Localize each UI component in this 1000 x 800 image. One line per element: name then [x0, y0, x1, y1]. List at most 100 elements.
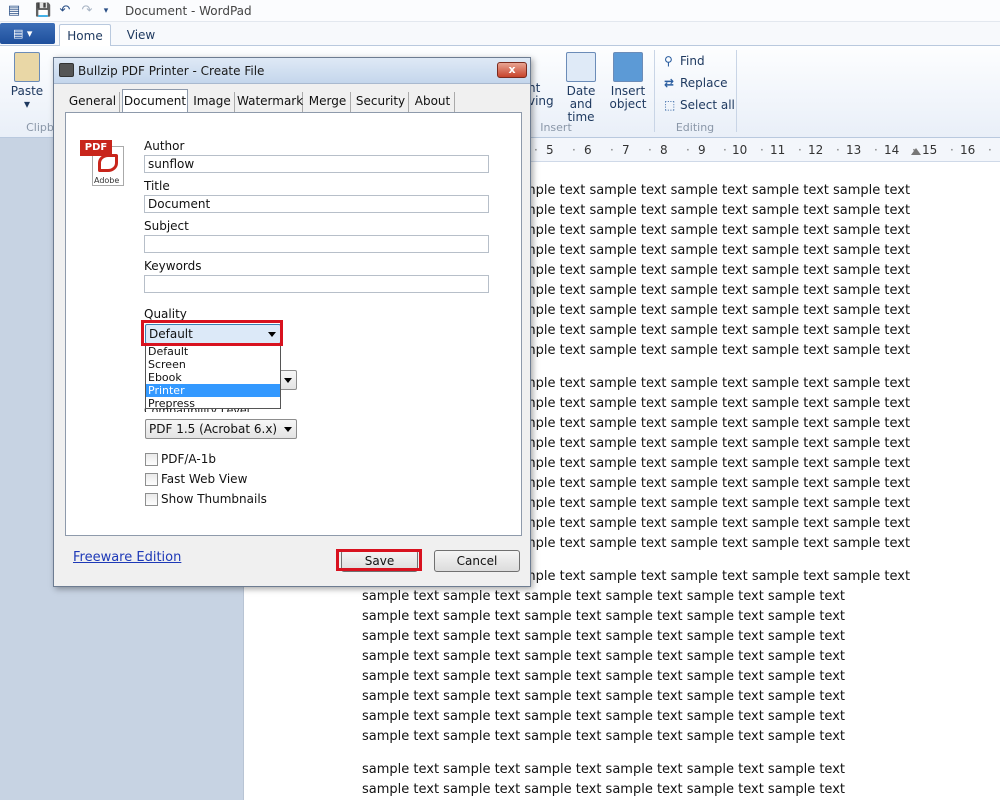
keywords-field[interactable]: [144, 275, 489, 293]
paste-label: Paste: [10, 84, 44, 98]
ruler-mark: 9: [698, 143, 706, 157]
document-line[interactable]: mple text sample text sample text sample…: [523, 376, 910, 391]
select-all-icon: ⬚: [664, 98, 676, 112]
document-line[interactable]: sample text sample text sample text samp…: [362, 589, 845, 604]
document-line[interactable]: sample text sample text sample text samp…: [362, 609, 845, 624]
application-menu-button[interactable]: ▤ ▾: [0, 23, 55, 44]
tab-general[interactable]: General: [66, 92, 120, 112]
document-line[interactable]: mple text sample text sample text sample…: [523, 496, 910, 511]
compatibility-select[interactable]: PDF 1.5 (Acrobat 6.x): [145, 419, 297, 439]
document-line[interactable]: mple text sample text sample text sample…: [523, 536, 910, 551]
document-line[interactable]: mple text sample text sample text sample…: [523, 323, 910, 338]
chevron-down-icon: [268, 332, 276, 337]
document-line[interactable]: mple text sample text sample text sample…: [523, 476, 910, 491]
document-line[interactable]: mple text sample text sample text sample…: [523, 263, 910, 278]
quality-option-prepress[interactable]: Prepress: [146, 397, 280, 410]
document-line[interactable]: sample text sample text sample text samp…: [362, 669, 845, 684]
document-line[interactable]: mple text sample text sample text sample…: [523, 396, 910, 411]
tab-view[interactable]: View: [120, 24, 162, 46]
quality-option-screen[interactable]: Screen: [146, 358, 280, 371]
customize-qat-icon[interactable]: ▾: [98, 3, 114, 19]
chevron-down-icon: [284, 427, 292, 432]
document-line[interactable]: mple text sample text sample text sample…: [523, 223, 910, 238]
close-button[interactable]: x: [497, 62, 527, 78]
document-line[interactable]: mple text sample text sample text sample…: [523, 456, 910, 471]
quality-label: Quality: [144, 307, 187, 321]
save-icon[interactable]: 💾: [35, 3, 51, 19]
right-indent-marker[interactable]: [911, 148, 921, 155]
title-field[interactable]: Document: [144, 195, 489, 213]
document-line[interactable]: mple text sample text sample text sample…: [523, 183, 910, 198]
document-line[interactable]: sample text sample text sample text samp…: [362, 629, 845, 644]
ruler-dot: ·: [798, 143, 802, 157]
document-line[interactable]: sample text sample text sample text samp…: [362, 709, 845, 724]
redo-icon[interactable]: ↷: [79, 3, 95, 19]
document-line[interactable]: mple text sample text sample text sample…: [523, 343, 910, 358]
insert-object-button[interactable]: Insert object: [609, 52, 647, 111]
tab-image[interactable]: Image: [190, 92, 235, 112]
fast-web-view-label: Fast Web View: [161, 472, 248, 486]
document-line[interactable]: sample text sample text sample text samp…: [362, 782, 845, 797]
wordpad-title-bar: ▤ 💾 ↶ ↷ ▾ Document - WordPad: [0, 0, 1000, 22]
quality-select[interactable]: Default: [145, 324, 281, 344]
document-line[interactable]: sample text sample text sample text samp…: [362, 729, 845, 744]
document-line[interactable]: mple text sample text sample text sample…: [523, 416, 910, 431]
document-line[interactable]: sample text sample text sample text samp…: [362, 762, 845, 777]
tab-about[interactable]: About: [411, 92, 455, 112]
ruler-mark: 13: [846, 143, 862, 157]
quality-option-ebook[interactable]: Ebook: [146, 371, 280, 384]
document-line[interactable]: sample text sample text sample text samp…: [362, 689, 845, 704]
quality-option-default[interactable]: Default: [146, 345, 280, 358]
document-line[interactable]: mple text sample text sample text sample…: [523, 436, 910, 451]
find-icon: ⚲: [664, 54, 673, 68]
document-line[interactable]: mple text sample text sample text sample…: [523, 283, 910, 298]
ruler-dot: ·: [760, 143, 764, 157]
save-button[interactable]: Save: [341, 550, 418, 572]
date-time-line1: Date and: [566, 84, 596, 111]
wordpad-app-icon[interactable]: ▤: [6, 3, 22, 19]
author-field[interactable]: sunflow: [144, 155, 489, 173]
tab-watermark[interactable]: Watermark: [237, 92, 303, 112]
show-thumbnails-checkbox[interactable]: [145, 493, 158, 506]
editing-group-label: Editing: [675, 121, 715, 134]
fast-web-view-checkbox[interactable]: [145, 473, 158, 486]
keywords-label: Keywords: [144, 259, 202, 273]
freeware-edition-link[interactable]: Freeware Edition: [73, 550, 181, 565]
insert-drawing-button-partial[interactable]: nt ving: [528, 82, 554, 108]
ribbon-separator: [736, 50, 737, 132]
date-and-time-button[interactable]: Date and time: [555, 52, 607, 124]
tab-document[interactable]: Document: [122, 89, 188, 113]
document-line[interactable]: mple text sample text sample text sample…: [523, 516, 910, 531]
document-line[interactable]: mple text sample text sample text sample…: [523, 203, 910, 218]
pdf-badge: PDF: [80, 140, 112, 156]
document-line[interactable]: mple text sample text sample text sample…: [523, 243, 910, 258]
acrobat-swoosh: [98, 154, 118, 172]
find-button[interactable]: ⚲ Find: [664, 54, 705, 68]
document-tab-panel: [65, 112, 522, 536]
window-title: Document - WordPad: [125, 4, 252, 18]
tab-merge[interactable]: Merge: [305, 92, 351, 112]
chevron-down-icon: [284, 378, 292, 383]
quality-option-printer[interactable]: Printer: [146, 384, 280, 397]
tab-security[interactable]: Security: [353, 92, 409, 112]
select-all-button[interactable]: ⬚ Select all: [664, 98, 735, 112]
clipboard-group-label: Clipb: [26, 121, 54, 134]
document-line[interactable]: sample text sample text sample text samp…: [362, 649, 845, 664]
ruler-dot: ·: [572, 143, 576, 157]
paste-dropdown-icon: ▾: [23, 97, 31, 111]
pdfa-checkbox[interactable]: [145, 453, 158, 466]
bullzip-create-file-dialog: Bullzip PDF Printer - Create File x Gene…: [53, 57, 531, 587]
ruler-mark: 10: [732, 143, 748, 157]
show-thumbnails-label: Show Thumbnails: [161, 492, 267, 506]
document-line[interactable]: mple text sample text sample text sample…: [523, 569, 910, 584]
paste-icon: [14, 52, 40, 82]
undo-icon[interactable]: ↶: [57, 3, 73, 19]
document-line[interactable]: mple text sample text sample text sample…: [523, 303, 910, 318]
subject-field[interactable]: [144, 235, 489, 253]
ruler-dot: ·: [723, 143, 727, 157]
cancel-button[interactable]: Cancel: [434, 550, 520, 572]
ruler[interactable]: 5 6 7 8 9 10 11 12 13 14 15 16 · · · · ·…: [520, 138, 1000, 162]
replace-button[interactable]: ⇄ Replace: [664, 76, 727, 90]
paste-button[interactable]: Paste ▾: [8, 52, 46, 111]
tab-home[interactable]: Home: [59, 24, 111, 47]
